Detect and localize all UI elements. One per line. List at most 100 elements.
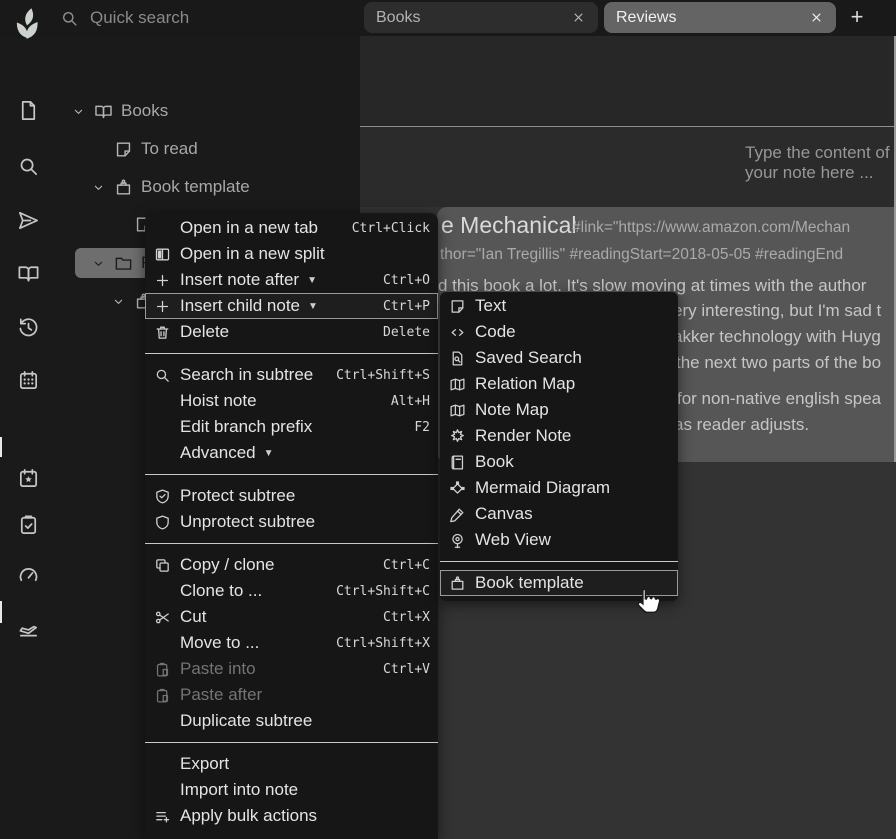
tab-reviews[interactable]: Reviews <box>604 2 836 33</box>
render-icon <box>446 428 468 445</box>
webview-icon <box>446 532 468 549</box>
shortcut-label: Ctrl+O <box>383 273 430 288</box>
menu-item-unprotect-subtree[interactable]: Unprotect subtree <box>145 509 438 535</box>
search-icon[interactable] <box>17 155 41 179</box>
calendar-star-icon[interactable] <box>17 467 41 491</box>
submenu-item-code[interactable]: Code <box>440 319 678 345</box>
shortcut-label: Delete <box>383 325 430 340</box>
menu-divider <box>145 543 438 544</box>
submenu-item-note-map[interactable]: Note Map <box>440 397 678 423</box>
submenu-item-book[interactable]: Book <box>440 449 678 475</box>
menu-item-insert-child-note[interactable]: Insert child note▼Ctrl+P <box>145 293 438 319</box>
submenu-item-canvas[interactable]: Canvas <box>440 501 678 527</box>
note-editor[interactable]: Type the content of your note here ... <box>360 127 896 207</box>
menu-item-open-in-a-new-split[interactable]: Open in a new split <box>145 241 438 267</box>
menu-item-label: Import into note <box>180 780 298 800</box>
tree-item-book-template[interactable]: Book template <box>88 172 250 202</box>
menu-item-delete[interactable]: Delete Delete <box>145 319 438 345</box>
new-tab-button[interactable]: + <box>845 0 869 34</box>
list-plus-icon <box>151 808 173 825</box>
tasks-icon[interactable] <box>17 513 41 537</box>
trash-icon <box>151 324 173 341</box>
menu-item-copy-clone[interactable]: Copy / cloneCtrl+C <box>145 552 438 578</box>
split-icon <box>151 246 173 263</box>
tree-item-label: To read <box>141 139 198 159</box>
menu-item-edit-branch-prefix[interactable]: Edit branch prefixF2 <box>145 414 438 440</box>
menu-item-open-in-a-new-tab[interactable]: Open in a new tabCtrl+Click <box>145 215 438 241</box>
chevron-down-icon[interactable] <box>68 104 88 119</box>
tree-item-to-read[interactable]: To read <box>88 134 198 164</box>
menu-item-import-into-note[interactable]: Import into note <box>145 777 438 803</box>
menu-item-label: Paste into <box>180 659 256 679</box>
quick-search-input[interactable]: Quick search <box>90 8 189 28</box>
history-icon[interactable] <box>17 316 41 340</box>
travel-icon[interactable] <box>17 616 41 640</box>
launcher-bar <box>0 36 56 839</box>
menu-divider <box>145 353 438 354</box>
paste-icon <box>151 661 173 678</box>
menu-item-label: Hoist note <box>180 391 257 411</box>
menu-item-cut[interactable]: CutCtrl+X <box>145 604 438 630</box>
submenu-item-render-note[interactable]: Render Note <box>440 423 678 449</box>
menu-item-label: Render Note <box>475 426 571 446</box>
card-text: thor="Ian Tregillis" #readingStart=2018-… <box>440 246 843 264</box>
submenu-item-text[interactable]: Text <box>440 293 678 319</box>
menu-item-protect-subtree[interactable]: Protect subtree <box>145 483 438 509</box>
menu-item-label: Delete <box>180 322 229 342</box>
chevron-down-icon[interactable] <box>88 180 108 195</box>
package-icon <box>446 575 468 592</box>
file-search-icon <box>446 350 468 367</box>
app-logo-icon <box>8 4 46 42</box>
menu-item-label: Search in subtree <box>180 365 313 385</box>
shortcut-label: Ctrl+Shift+S <box>336 368 430 383</box>
editor-placeholder: Type the content of your note here ... <box>745 143 896 183</box>
menu-item-label: Book template <box>475 573 584 593</box>
menu-item-move-to[interactable]: Move to ...Ctrl+Shift+X <box>145 630 438 656</box>
menu-item-label: Mermaid Diagram <box>475 478 610 498</box>
note-icon <box>112 140 134 159</box>
menu-item-label: Code <box>475 322 516 342</box>
submenu-item-web-view[interactable]: Web View <box>440 527 678 553</box>
open-book-icon[interactable] <box>17 262 41 286</box>
close-tab-icon[interactable] <box>571 10 586 25</box>
calendar-icon[interactable] <box>17 369 41 393</box>
chevron-down-icon[interactable] <box>108 294 128 309</box>
submenu-item-relation-map[interactable]: Relation Map <box>440 371 678 397</box>
menu-item-label: Copy / clone <box>180 555 275 575</box>
menu-item-label: Book <box>475 452 514 472</box>
card-text: for non-native english spea <box>677 389 881 409</box>
tree-item-label: Book template <box>141 177 250 197</box>
trilium-window: Quick search Books Reviews + Books To rea… <box>0 0 896 839</box>
card-text: e Mechanical <box>441 212 577 239</box>
menu-item-label: Export <box>180 754 229 774</box>
map-icon <box>446 376 468 393</box>
menu-item-label: Protect subtree <box>180 486 295 506</box>
menu-item-insert-note-after[interactable]: Insert note after▼Ctrl+O <box>145 267 438 293</box>
shortcut-label: Ctrl+X <box>383 610 430 625</box>
folder-icon <box>112 254 134 273</box>
menu-item-label: Clone to ... <box>180 581 262 601</box>
mermaid-icon <box>446 480 468 497</box>
menu-item-export[interactable]: Export <box>145 751 438 777</box>
menu-item-advanced[interactable]: Advanced▼ <box>145 440 438 466</box>
jump-to-note-icon[interactable] <box>17 209 41 233</box>
menu-item-paste-into: Paste intoCtrl+V <box>145 656 438 682</box>
menu-item-search-in-subtree[interactable]: Search in subtree Ctrl+Shift+S <box>145 362 438 388</box>
chevron-down-icon[interactable] <box>88 256 108 271</box>
menu-item-paste-after: Paste after <box>145 682 438 708</box>
menu-item-hoist-note[interactable]: Hoist noteAlt+H <box>145 388 438 414</box>
menu-item-label: Text <box>475 296 506 316</box>
card-text: as reader adjusts. <box>674 415 809 435</box>
menu-item-apply-bulk-actions[interactable]: Apply bulk actions <box>145 803 438 829</box>
menu-item-label: Paste after <box>180 685 262 705</box>
new-note-icon[interactable] <box>17 99 41 123</box>
tab-books[interactable]: Books <box>364 2 598 33</box>
menu-item-duplicate-subtree[interactable]: Duplicate subtree <box>145 708 438 734</box>
close-tab-icon[interactable] <box>809 10 824 25</box>
top-bar: Quick search Books Reviews + <box>0 0 896 36</box>
submenu-item-mermaid-diagram[interactable]: Mermaid Diagram <box>440 475 678 501</box>
submenu-item-saved-search[interactable]: Saved Search <box>440 345 678 371</box>
tree-item-books[interactable]: Books <box>68 96 168 126</box>
dashboard-icon[interactable] <box>17 563 41 587</box>
menu-item-clone-to[interactable]: Clone to ...Ctrl+Shift+C <box>145 578 438 604</box>
